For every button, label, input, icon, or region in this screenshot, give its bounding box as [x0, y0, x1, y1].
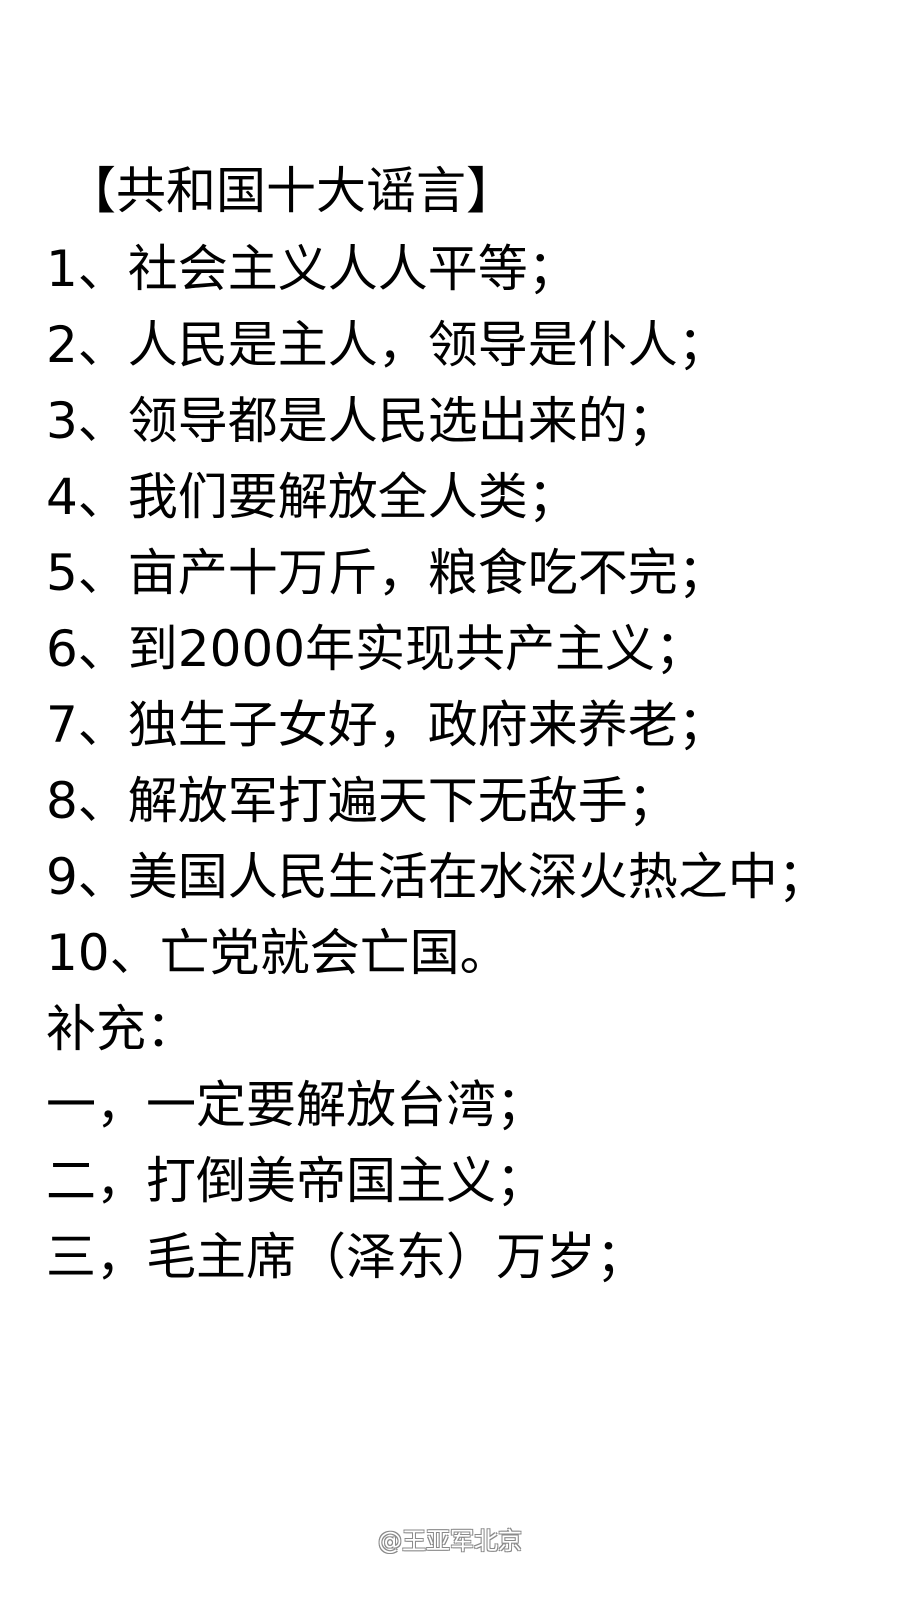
list-item: 5、亩产十万斤，粮食吃不完；: [46, 544, 728, 602]
supplement-item: 一，一定要解放台湾；: [46, 1076, 546, 1134]
list-item: 10、亡党就会亡国。: [46, 924, 510, 982]
list-item: 9、美国人民生活在水深火热之中；: [46, 848, 828, 906]
list-item: 2、人民是主人，领导是仆人；: [46, 316, 728, 374]
rumor-list: 1、社会主义人人平等； 2、人民是主人，领导是仆人； 3、领导都是人民选出来的；…: [46, 231, 876, 991]
note-content: 【共和国十大谣言】 1、社会主义人人平等； 2、人民是主人，领导是仆人； 3、领…: [46, 155, 876, 1295]
note-title: 【共和国十大谣言】: [66, 162, 516, 220]
list-item: 3、领导都是人民选出来的；: [46, 392, 678, 450]
list-item: 4、我们要解放全人类；: [46, 468, 578, 526]
list-item: 7、独生子女好，政府来养老；: [46, 696, 728, 754]
list-item: 1、社会主义人人平等；: [46, 240, 578, 298]
watermark: @王亚军北京: [378, 1527, 522, 1555]
list-item: 8、解放军打遍天下无敌手；: [46, 772, 678, 830]
supplement-list: 一，一定要解放台湾； 二，打倒美帝国主义； 三，毛主席（泽东）万岁；: [46, 1067, 876, 1295]
supplement-item: 二，打倒美帝国主义；: [46, 1152, 546, 1210]
supplement-label: 补充：: [46, 1000, 196, 1058]
list-item: 6、到2000年实现共产主义；: [46, 620, 706, 678]
supplement-item: 三，毛主席（泽东）万岁；: [46, 1228, 646, 1286]
